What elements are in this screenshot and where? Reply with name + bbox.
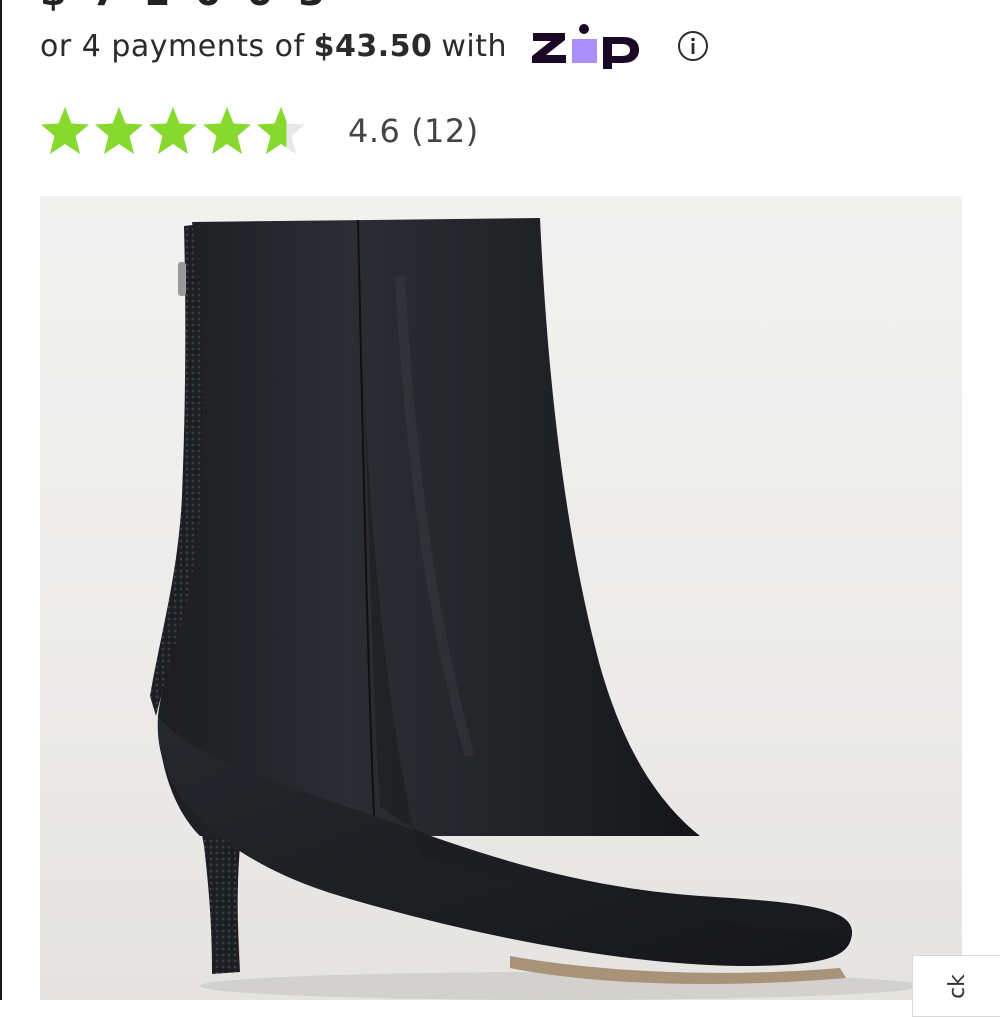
product-price: $ 7 1 0 0 3 xyxy=(40,0,331,14)
installment-payments: or 4 payments of $43.50 with xyxy=(40,22,709,70)
feedback-tab[interactable]: ck xyxy=(912,955,1000,1017)
zip-logo[interactable] xyxy=(531,23,659,69)
feedback-tab-label: ck xyxy=(944,973,970,999)
star-icon xyxy=(92,105,146,157)
info-icon[interactable] xyxy=(677,30,709,62)
page-edge xyxy=(0,0,2,1000)
review-count[interactable]: (12) xyxy=(411,112,479,150)
star-icon xyxy=(200,105,254,157)
product-image[interactable] xyxy=(40,196,962,1000)
star-icon xyxy=(146,105,200,157)
payment-amount: $43.50 xyxy=(313,28,433,64)
star-icon xyxy=(38,105,92,157)
star-icon xyxy=(254,105,308,157)
payments-suffix: with xyxy=(441,28,508,64)
rating-summary[interactable]: 4.6 (12) xyxy=(38,100,479,162)
payments-prefix: or 4 payments of xyxy=(40,28,305,64)
star-rating xyxy=(38,105,308,157)
boot-image xyxy=(150,218,920,1000)
rating-value: 4.6 (12) xyxy=(348,112,479,150)
